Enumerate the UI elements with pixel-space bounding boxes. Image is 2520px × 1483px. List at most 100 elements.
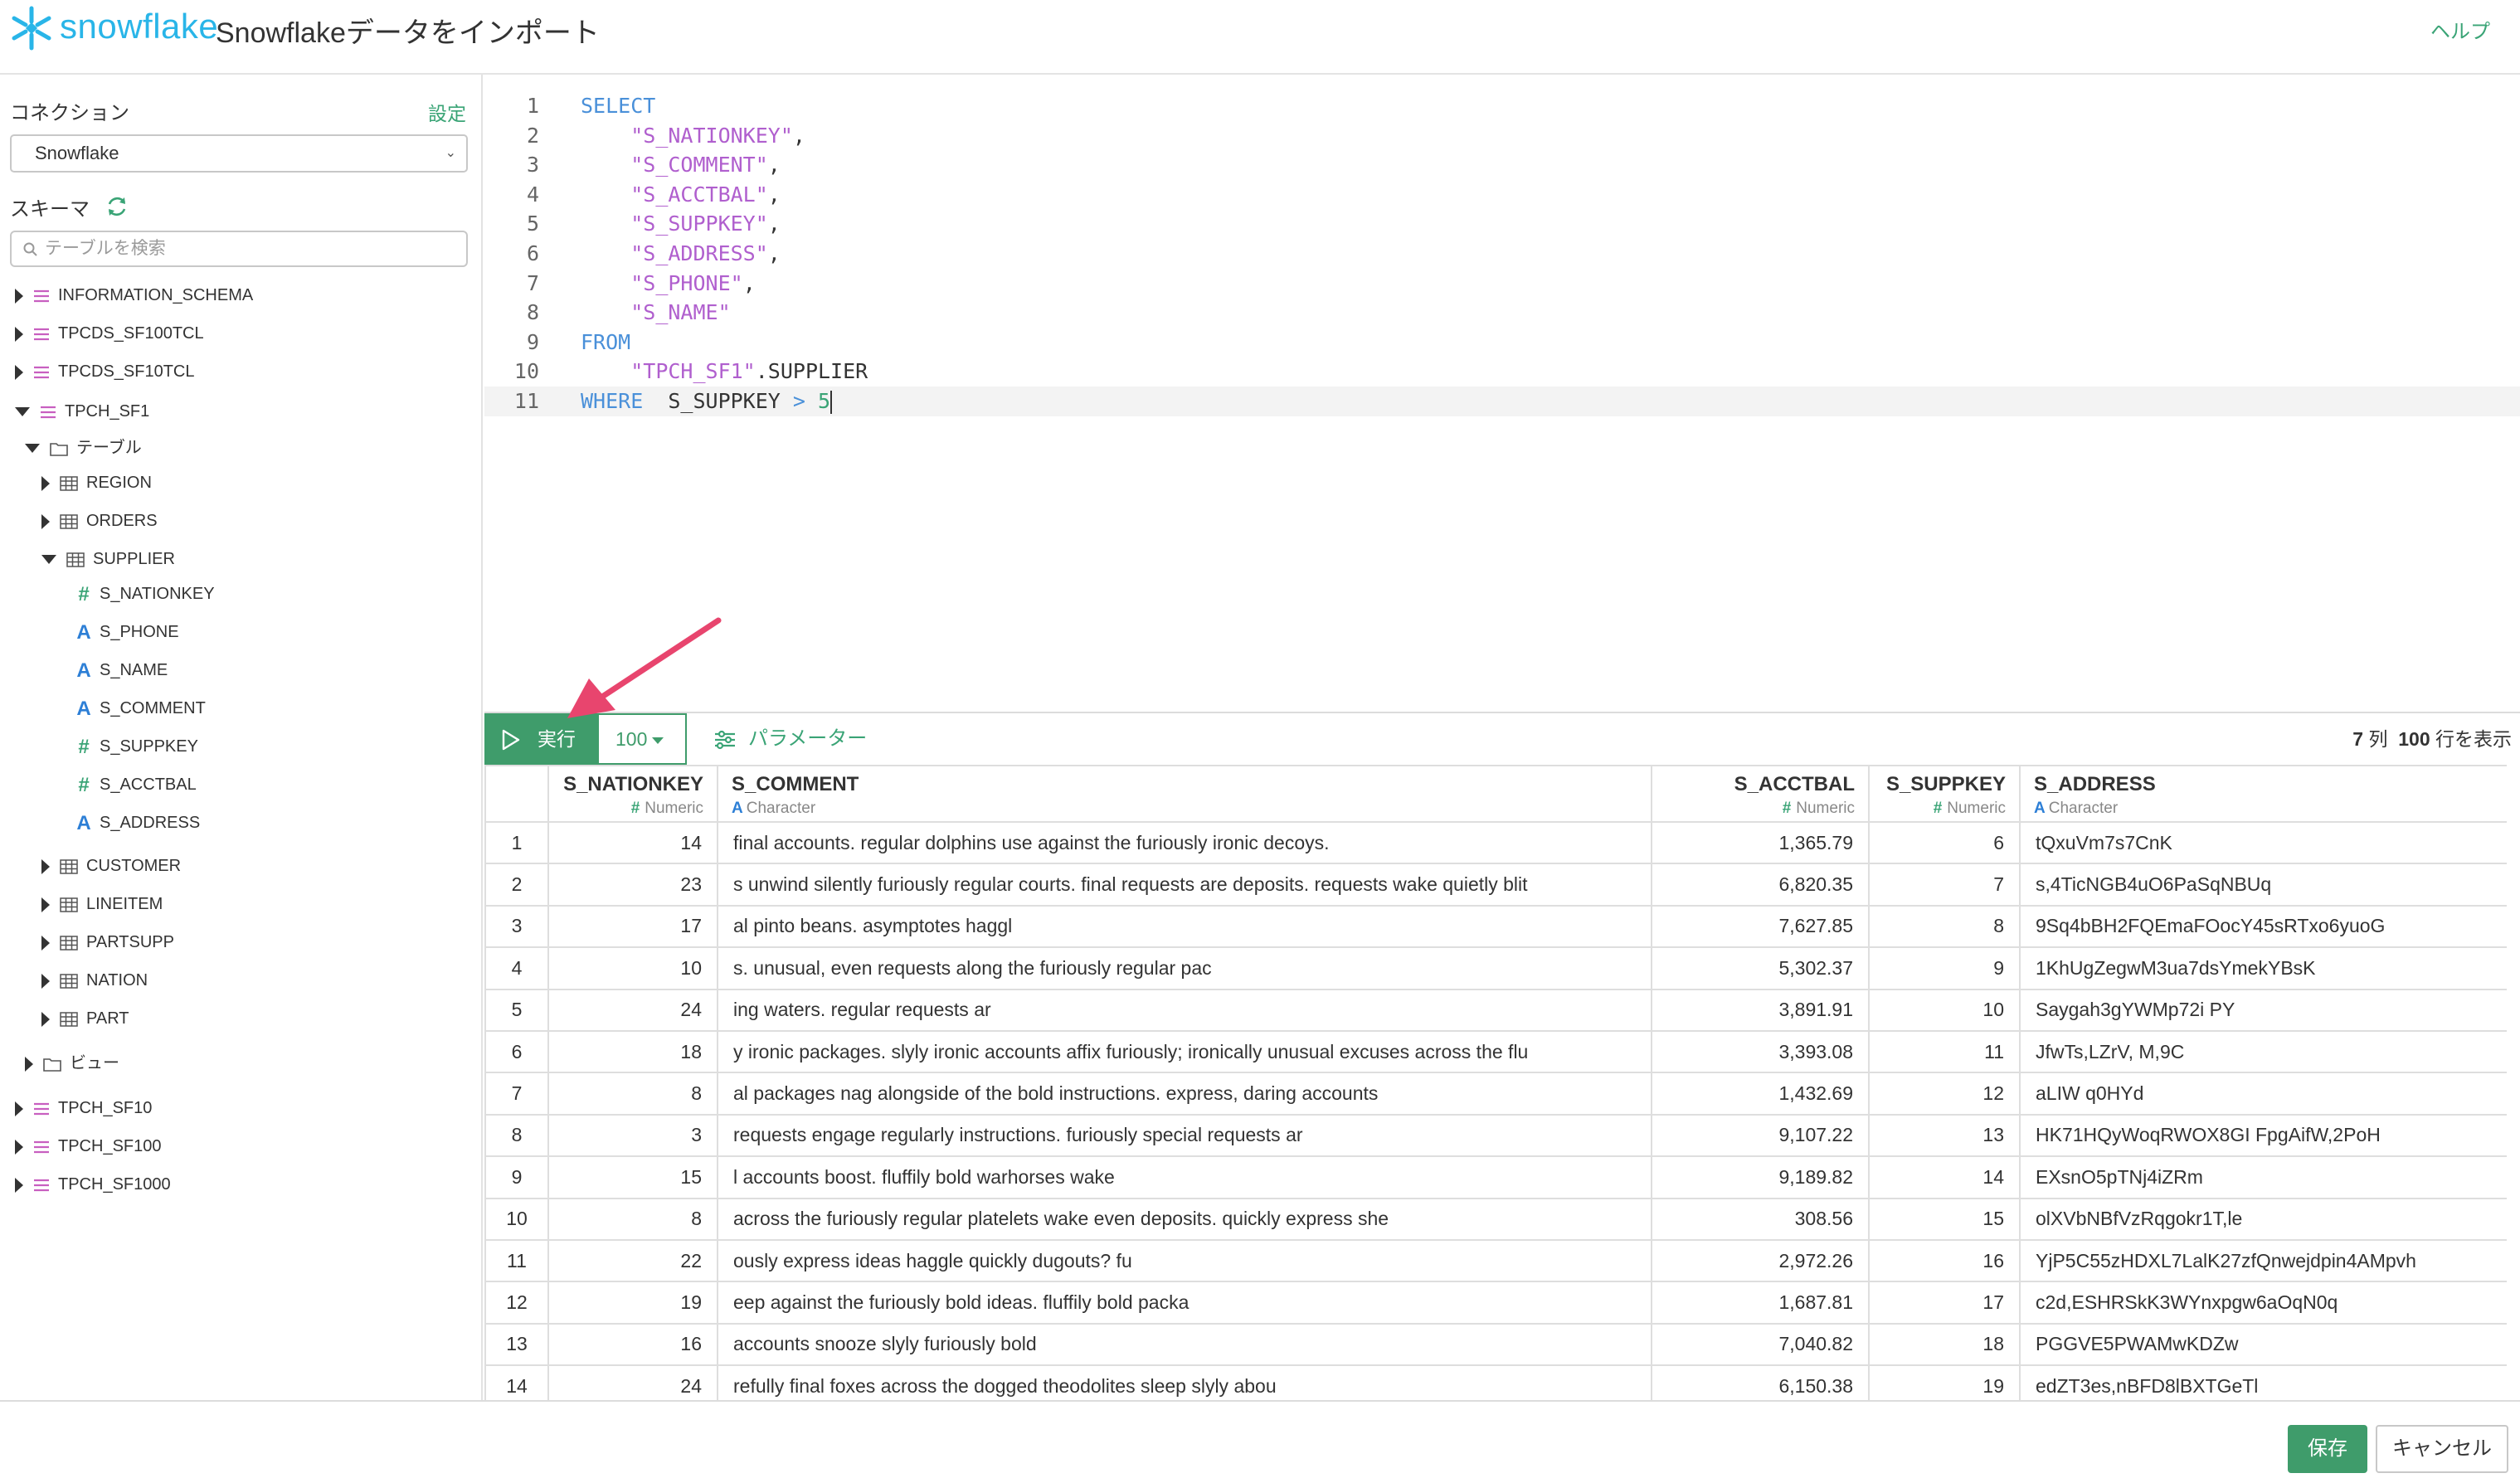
tree-item-tpcds-sf100tcl[interactable]: TPCDS_SF100TCL xyxy=(15,317,204,350)
tree-item-s-acctbal[interactable]: # S_ACCTBAL xyxy=(76,768,196,801)
table-cell: HK71HQyWoqRWOX8GI FpgAifW,2PoH xyxy=(2019,1113,2507,1158)
code-text: FROM xyxy=(581,328,630,357)
table-row[interactable]: 12 19 eep against the furiously bold ideas… xyxy=(484,1281,2507,1325)
tree-item-region[interactable]: REGION xyxy=(41,466,152,499)
expand-right-icon[interactable] xyxy=(15,364,23,380)
tree-item-tpcds-sf10tcl[interactable]: TPCDS_SF10TCL xyxy=(15,355,195,388)
schema-list-icon xyxy=(34,328,49,340)
expand-right-icon[interactable] xyxy=(41,475,50,491)
table-row[interactable]: 10 8 across the furiously regular platele… xyxy=(484,1197,2507,1241)
expand-right-icon[interactable] xyxy=(15,288,23,304)
tree-item-information-schema[interactable]: INFORMATION_SCHEMA xyxy=(15,279,253,312)
table-row[interactable]: 3 17 al pinto beans. asymptotes haggl 7,627… xyxy=(484,904,2507,949)
code-line[interactable]: 1 SELECT xyxy=(484,91,2520,121)
tree-item-tpch-sf1[interactable]: TPCH_SF1 xyxy=(15,395,149,428)
tree-item-orders[interactable]: ORDERS xyxy=(41,504,158,537)
table-cell: 10 xyxy=(547,946,718,990)
save-button[interactable]: 保存 xyxy=(2288,1425,2367,1473)
tree-item-s-nationkey[interactable]: # S_NATIONKEY xyxy=(76,577,214,610)
table-row[interactable]: 2 23 s unwind silently furiously regular c… xyxy=(484,863,2507,907)
table-row[interactable]: 7 8 al packages nag alongside of the bold … xyxy=(484,1072,2507,1116)
table-cell: 14 xyxy=(547,820,718,865)
code-line[interactable]: 2 "S_NATIONKEY", xyxy=(484,121,2520,151)
expand-right-icon[interactable] xyxy=(41,1011,50,1027)
tree-item--[interactable]: ビュー xyxy=(25,1047,119,1080)
tree-item-customer[interactable]: CUSTOMER xyxy=(41,849,181,883)
expand-right-icon[interactable] xyxy=(15,1177,23,1193)
table-row[interactable]: 11 22 ously express ideas haggle quickly d… xyxy=(484,1238,2507,1283)
row-limit-select[interactable]: 100 xyxy=(597,713,687,765)
table-row[interactable]: 13 16 accounts snooze slyly furiously bold… xyxy=(484,1322,2507,1367)
code-line[interactable]: 4 "S_ACCTBAL", xyxy=(484,180,2520,210)
tree-item-tpch-sf10[interactable]: TPCH_SF10 xyxy=(15,1092,152,1125)
tree-item-part[interactable]: PART xyxy=(41,1002,129,1035)
connection-select[interactable]: Snowflake ⌄ xyxy=(10,134,468,173)
tree-item-s-name[interactable]: A S_NAME xyxy=(76,654,168,687)
expand-right-icon[interactable] xyxy=(15,1139,23,1155)
tree-item--[interactable]: テーブル xyxy=(25,431,142,464)
table-row[interactable]: 14 24 refully final foxes across the dogge… xyxy=(484,1364,2507,1400)
run-button[interactable]: 実行 xyxy=(484,713,597,765)
code-line[interactable]: 10 "TPCH_SF1".SUPPLIER xyxy=(484,357,2520,387)
expand-right-icon[interactable] xyxy=(41,897,50,912)
code-line[interactable]: 9 FROM xyxy=(484,328,2520,357)
tree-item-nation[interactable]: NATION xyxy=(41,964,148,997)
code-line[interactable]: 3 "S_COMMENT", xyxy=(484,150,2520,180)
table-cell: 9,107.22 xyxy=(1651,1113,1870,1158)
code-line[interactable]: 7 "S_PHONE", xyxy=(484,269,2520,299)
expand-right-icon[interactable] xyxy=(15,326,23,342)
table-search-input[interactable]: テーブルを検索 xyxy=(10,231,468,267)
tree-item-lineitem[interactable]: LINEITEM xyxy=(41,887,163,921)
expand-right-icon[interactable] xyxy=(15,1101,23,1116)
sql-token: .SUPPLIER xyxy=(755,359,868,384)
tree-item-s-suppkey[interactable]: # S_SUPPKEY xyxy=(76,730,198,763)
column-header-s-address[interactable]: S_ADDRESS A Character xyxy=(2019,765,2507,823)
table-row[interactable]: 9 15 l accounts boost. fluffily bold warho… xyxy=(484,1155,2507,1199)
expand-down-icon[interactable] xyxy=(25,444,40,454)
table-row[interactable]: 1 14 final accounts. regular dolphins use … xyxy=(484,820,2507,865)
column-header-s-suppkey[interactable]: S_SUPPKEY # Numeric xyxy=(1868,765,2021,823)
column-count: 7 xyxy=(2352,728,2364,750)
tree-item-partsupp[interactable]: PARTSUPP xyxy=(41,926,174,959)
code-line[interactable]: 5 "S_SUPPKEY", xyxy=(484,209,2520,239)
expand-down-icon[interactable] xyxy=(41,555,56,565)
tree-item-label: S_PHONE xyxy=(100,623,179,641)
expand-right-icon[interactable] xyxy=(41,513,50,529)
numeric-type-icon: # xyxy=(1933,800,1943,817)
expand-right-icon[interactable] xyxy=(25,1056,33,1072)
column-header-s-acctbal[interactable]: S_ACCTBAL # Numeric xyxy=(1651,765,1870,823)
code-text: "S_ADDRESS", xyxy=(581,239,781,269)
refresh-icon[interactable] xyxy=(105,194,129,219)
column-header-s-nationkey[interactable]: S_NATIONKEY # Numeric xyxy=(547,765,718,823)
sql-str-token: "TPCH_SF1" xyxy=(630,359,756,384)
code-line[interactable]: 6 "S_ADDRESS", xyxy=(484,239,2520,269)
table-row[interactable]: 8 3 requests engage regularly instructions… xyxy=(484,1113,2507,1158)
expand-right-icon[interactable] xyxy=(41,935,50,951)
parameters-button[interactable]: パラメーター xyxy=(713,713,867,765)
settings-link[interactable]: 設定 xyxy=(428,98,466,126)
table-row[interactable]: 4 10 s. unusual, even requests along the f… xyxy=(484,946,2507,990)
help-link[interactable]: ヘルプ xyxy=(2430,15,2490,44)
tree-item-tpch-sf1000[interactable]: TPCH_SF1000 xyxy=(15,1168,171,1201)
tree-item-tpch-sf100[interactable]: TPCH_SF100 xyxy=(15,1130,162,1163)
cancel-button[interactable]: キャンセル xyxy=(2376,1425,2508,1473)
table-cell: 22 xyxy=(547,1238,718,1283)
table-cell: edZT3es,nBFD8lBXTGeTl xyxy=(2019,1364,2507,1400)
tree-item-label: TPCH_SF100 xyxy=(58,1137,162,1155)
code-line[interactable]: 11 WHERE S_SUPPKEY > 5 xyxy=(484,387,2520,416)
numeric-type-icon: # xyxy=(630,800,640,817)
tree-item-s-phone[interactable]: A S_PHONE xyxy=(76,615,179,649)
table-row[interactable]: 6 18 y ironic packages. slyly ironic accou… xyxy=(484,1029,2507,1074)
table-row[interactable]: 5 24 ing waters. regular requests ar 3,891.… xyxy=(484,988,2507,1032)
tree-item-supplier[interactable]: SUPPLIER xyxy=(41,542,175,576)
expand-right-icon[interactable] xyxy=(41,973,50,989)
code-line[interactable]: 8 "S_NAME" xyxy=(484,298,2520,328)
column-header-s-comment[interactable]: S_COMMENT A Character xyxy=(717,765,1652,823)
sql-editor[interactable]: 1 SELECT 2 "S_NATIONKEY", 3 "S_COMMENT", 4 "… xyxy=(484,75,2520,712)
expand-down-icon[interactable] xyxy=(15,407,30,417)
tree-item-s-address[interactable]: A S_ADDRESS xyxy=(76,806,200,839)
tree-item-s-comment[interactable]: A S_COMMENT xyxy=(76,692,205,725)
expand-right-icon[interactable] xyxy=(41,858,50,874)
numeric-type-icon: # xyxy=(78,773,90,796)
